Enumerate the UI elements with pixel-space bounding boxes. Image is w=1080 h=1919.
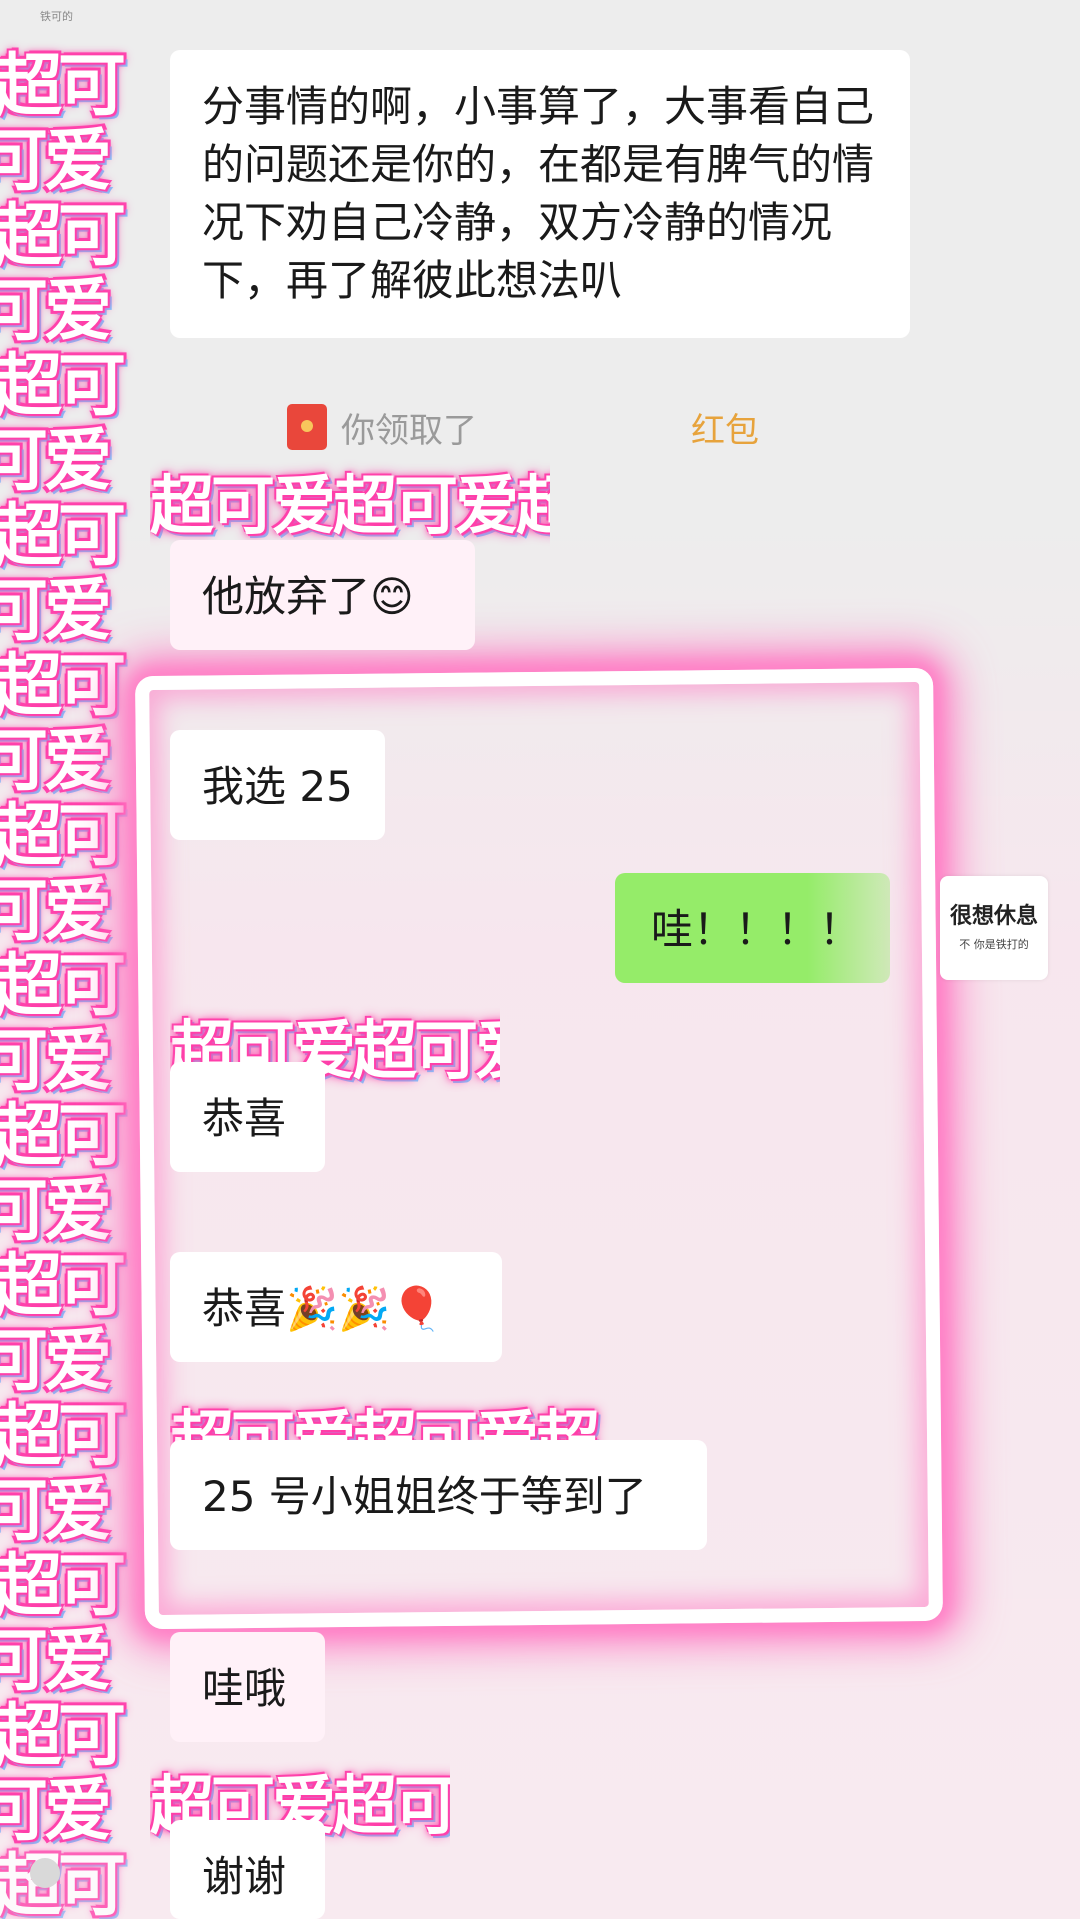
message-text: 恭喜🎉🎉🎈 (202, 1284, 443, 1333)
redpacket-link[interactable]: 红包 (691, 403, 759, 452)
sticker-text: 超可 (0, 1847, 126, 1919)
message-bubble[interactable]: 分事情的啊，小事算了，大事看自己的问题还是你的，在都是有脾气的情况下劝自己冷静，… (170, 50, 910, 338)
redpacket-notice[interactable]: 你领取了 红包 (287, 402, 759, 452)
message-bubble[interactable]: 25 号小姐姐终于等到了 (170, 1440, 707, 1550)
message-bubble[interactable]: 恭喜 (170, 1062, 325, 1172)
message-text: 25 号小姐姐终于等到了 (202, 1472, 647, 1521)
redpacket-prefix: 你领取了 (341, 410, 477, 451)
sticker-card[interactable]: 很想休息 不 你是铁打的 (940, 876, 1048, 980)
message-text: 恭喜 (202, 1094, 287, 1143)
sticker-band: 超可爱超可爱超 (150, 470, 550, 544)
sticker-card-caption: 不 你是铁打的 (959, 938, 1029, 951)
message-text: 哇哦 (202, 1664, 287, 1713)
red-packet-icon (287, 404, 327, 450)
message-bubble[interactable]: 我选 25 (170, 730, 385, 840)
message-text: 他放弃了😊 (202, 572, 414, 621)
message-text: 我选 25 (202, 762, 353, 811)
message-bubble-own[interactable]: 哇！！！！ (615, 873, 890, 983)
sticker-card-title: 很想休息 (949, 904, 1038, 929)
message-text: 分事情的啊，小事算了，大事看自己的问题还是你的，在都是有脾气的情况下劝自己冷静，… (202, 82, 875, 305)
message-text: 哇！！！！ (651, 905, 862, 954)
message-bubble[interactable]: 谢谢 (170, 1820, 325, 1919)
message-bubble[interactable]: 恭喜🎉🎉🎈 (170, 1252, 502, 1362)
message-bubble[interactable]: 他放弃了😊 (170, 540, 475, 650)
message-text: 谢谢 (202, 1852, 287, 1901)
message-bubble[interactable]: 哇哦 (170, 1632, 325, 1742)
avatar[interactable] (30, 1858, 60, 1888)
